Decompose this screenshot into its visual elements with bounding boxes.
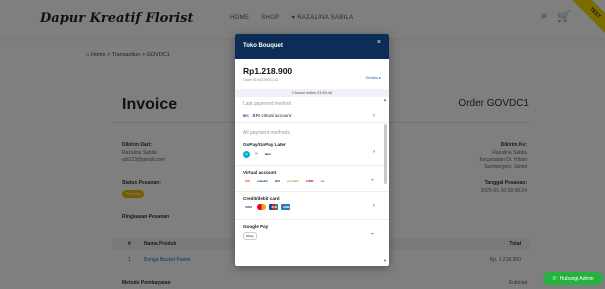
scroll-up-icon[interactable]: ▲ (383, 97, 387, 102)
last-method-row[interactable]: BRI BRI virtual account › (235, 109, 389, 123)
gopay-icon: G (243, 150, 250, 158)
gopay-logos: G » later (243, 150, 381, 158)
last-method-name: BRI virtual account (252, 113, 292, 118)
method-card-title: Credit/debit card (243, 196, 280, 201)
amex-logo-icon: AMEX (281, 204, 292, 210)
bri-logo-icon: BRI (243, 113, 249, 118)
bri-logo-icon: BRI (275, 179, 281, 183)
scrollbar[interactable] (384, 124, 387, 184)
cimb-logo-icon: CIMB (305, 179, 314, 183)
bni-logo-icon: BNI (245, 179, 251, 183)
chevron-down-icon: ⌄ (369, 230, 375, 237)
mandiri-logo-icon: mandiri (257, 179, 269, 183)
modal-header: Toko Bouquet × (235, 34, 389, 59)
chevron-right-icon: › (373, 112, 375, 119)
payment-amount: Rp1.218.900 (243, 66, 293, 76)
method-gopay[interactable]: GoPay/GoPay Later G » later › (235, 138, 389, 166)
whatsapp-label: Hubungi Admin (559, 275, 594, 282)
chevron-down-icon: ⌄ (369, 176, 375, 182)
visa-logo-icon: VISA (245, 205, 253, 209)
last-method-label: Last payment method (243, 101, 292, 107)
details-link[interactable]: Details ▸ (366, 75, 381, 80)
chevron-right-icon: › (373, 202, 375, 209)
gpay-logos: GPay (243, 232, 381, 240)
method-card[interactable]: Credit/debit card VISA MC JCB AMEX › (235, 192, 389, 220)
amount-section: Rp1.218.900 Order ID #GOVDC1 ⧉ Details ▸ (235, 59, 389, 89)
va-logos: BNI mandiri BRI permata CIMB +3 (243, 178, 381, 184)
chevron-right-icon: › (373, 148, 375, 155)
permata-logo-icon: permata (287, 179, 299, 183)
paylater-icon: later (264, 152, 272, 156)
jcb-logo-icon: JCB (269, 204, 279, 210)
payment-modal: Toko Bouquet × Rp1.218.900 Order ID #GOV… (235, 34, 389, 266)
all-methods-label: All payment methods (243, 130, 290, 136)
gpay-logo-icon: GPay (243, 232, 257, 240)
close-icon[interactable]: × (377, 39, 381, 46)
whatsapp-admin-button[interactable]: ✆ Hubungi Admin (543, 272, 603, 285)
whatsapp-icon: ✆ (552, 275, 557, 282)
countdown-banner: Choose within 23:59:48 (235, 89, 389, 97)
mastercard-logo-icon: MC (257, 204, 267, 210)
gopay-arrow-icon: » (255, 151, 258, 157)
order-id[interactable]: Order ID #GOVDC1 ⧉ (243, 78, 381, 82)
scroll-down-icon[interactable]: ▼ (383, 258, 387, 263)
method-virtual-account[interactable]: Virtual account BNI mandiri BRI permata … (235, 166, 389, 192)
method-gpay-title: Google Pay (243, 224, 269, 229)
method-google-pay[interactable]: Google Pay GPay ⌄ (235, 220, 389, 246)
method-gopay-title: GoPay/GoPay Later (243, 142, 286, 147)
card-logos: VISA MC JCB AMEX (243, 204, 381, 210)
method-va-title: Virtual account (243, 170, 277, 175)
modal-title: Toko Bouquet (243, 43, 283, 49)
more-banks-count: +3 (320, 179, 324, 183)
